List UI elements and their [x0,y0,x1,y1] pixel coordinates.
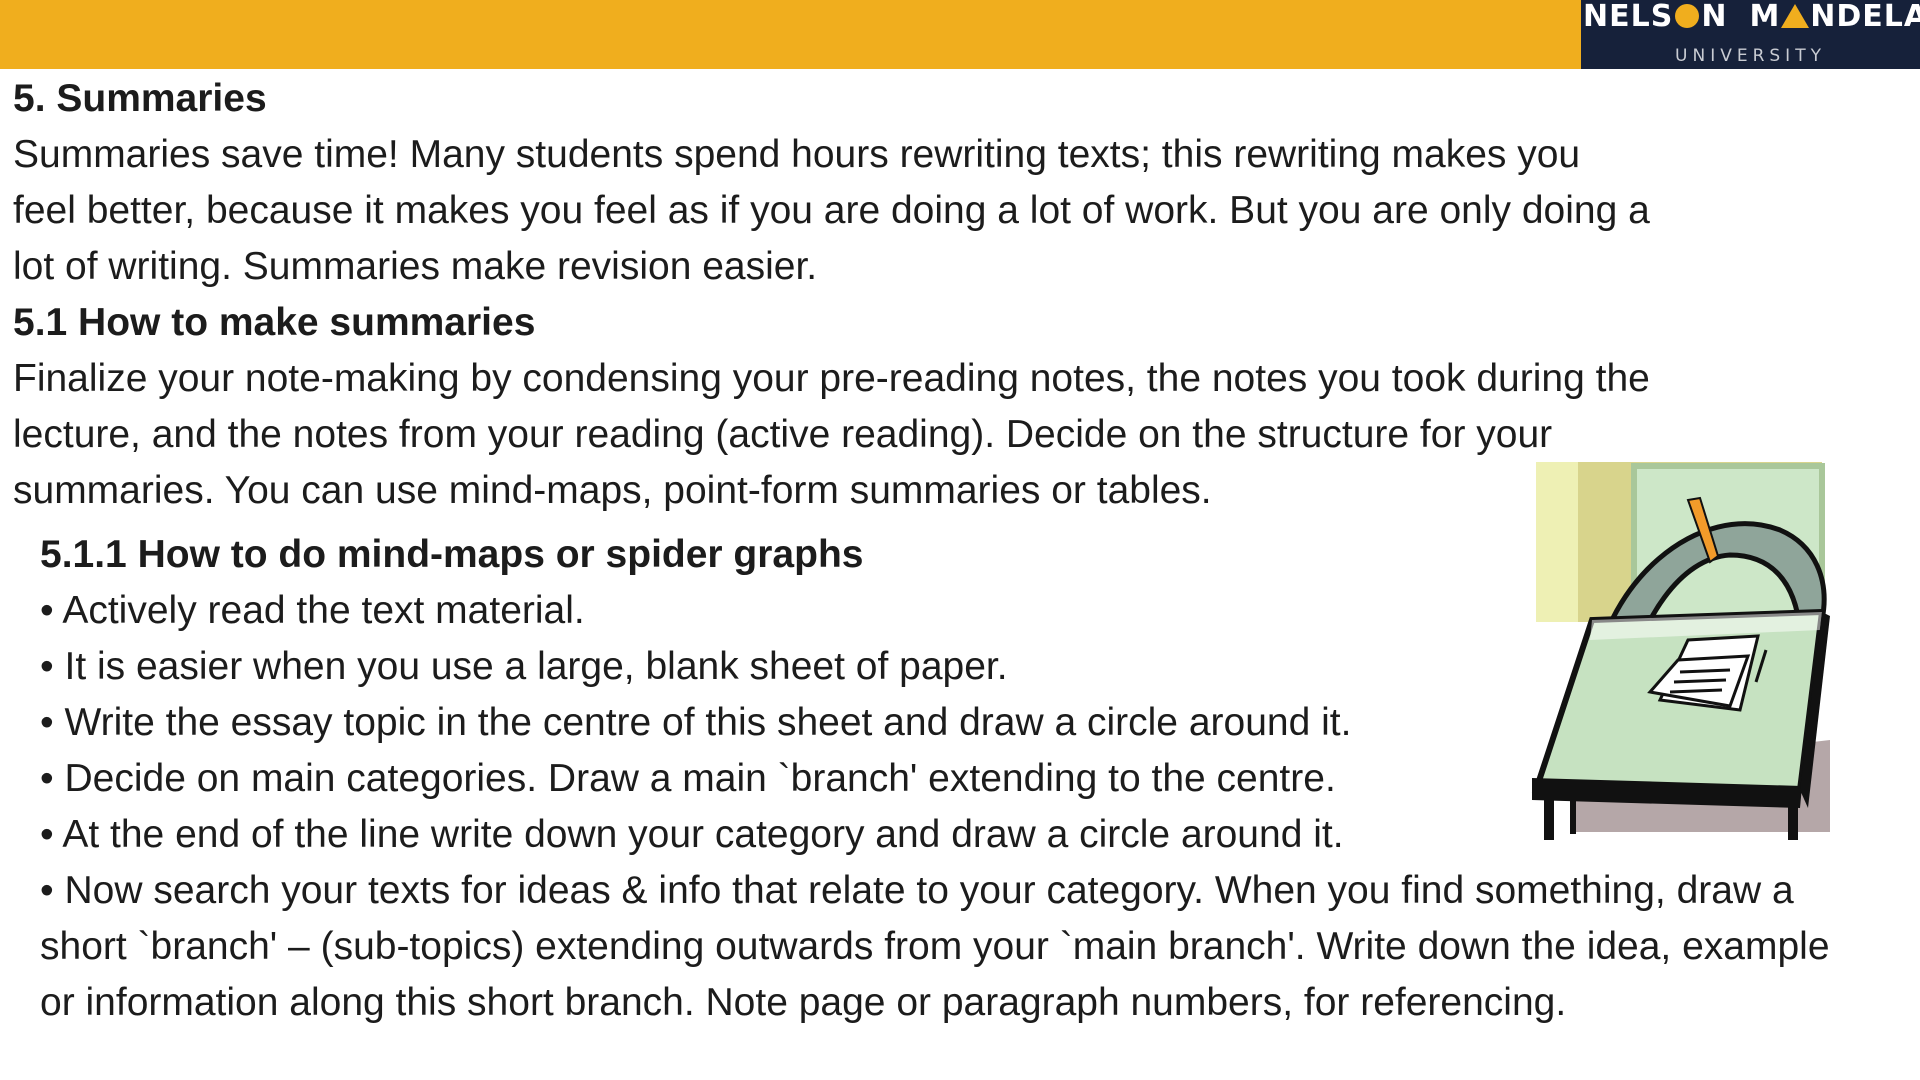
person-writing-at-desk-icon [1531,462,1830,840]
list-item: • Now search your texts for ideas & info… [40,869,1794,912]
section-paragraph-line: lot of writing. Summaries make revision … [13,245,818,288]
logo-triangle-icon [1781,4,1810,28]
subsection-paragraph-line: lecture, and the notes from your reading… [13,413,1553,456]
subsection-paragraph-line: Finalize your note-making by condensing … [13,357,1650,400]
section-paragraph-line: feel better, because it makes you feel a… [13,189,1650,232]
logo-wordmark: NELS N M NDELA [1583,0,1920,34]
subsection-title: 5.1 How to make summaries [13,301,536,344]
section-title: 5. Summaries [13,77,267,120]
logo-subtitle: UNIVERSITY [1675,46,1826,66]
logo-dot-icon [1675,4,1700,28]
list-item-continuation: short `branch' – (sub-topics) extending … [40,925,1830,968]
university-logo: NELS N M NDELA UNIVERSITY [1581,0,1920,69]
section-paragraph-line: Summaries save time! Many students spend… [13,133,1581,176]
list-item-continuation: or information along this short branch. … [40,981,1567,1024]
